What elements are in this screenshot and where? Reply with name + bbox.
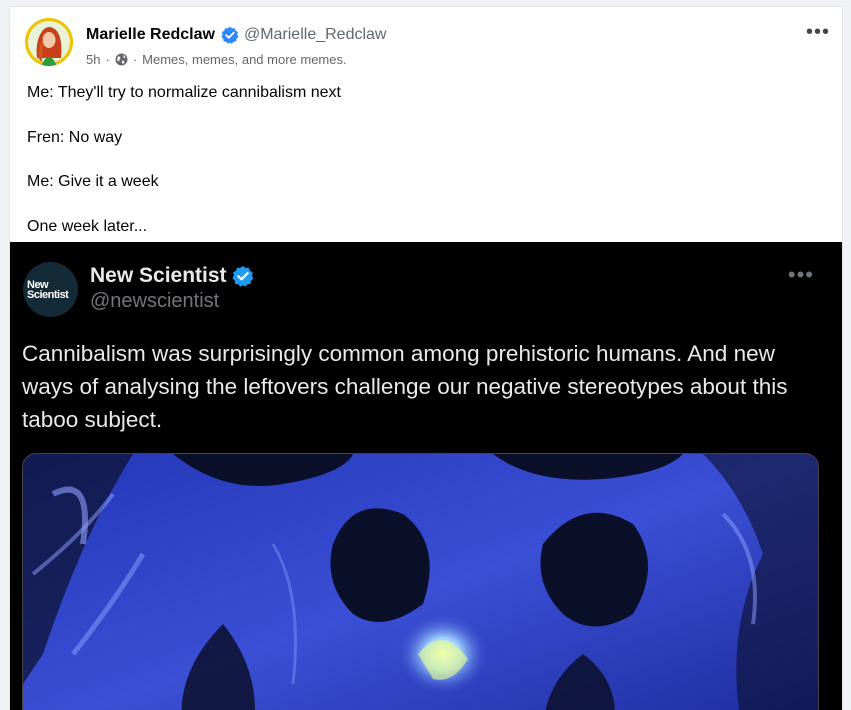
tweet-text: Cannibalism was surprisingly common amon… [22, 341, 788, 432]
post-line: Fren: No way [27, 128, 123, 146]
verified-badge-icon [221, 26, 239, 44]
more-options-icon[interactable]: ••• [806, 22, 829, 43]
tweet-author-name: New Scientist [90, 264, 227, 287]
meta-separator: · [105, 51, 110, 67]
post-text: Me: They'll try to normalize cannibalism… [27, 83, 341, 261]
logo-line: New [27, 278, 49, 291]
avatar-image [25, 18, 73, 66]
tweet-author-handle: @newscientist [90, 290, 220, 312]
post-line: Me: Give it a week [27, 173, 159, 190]
logo-line: Scientist [27, 288, 69, 301]
tweet-verified-icon [232, 265, 254, 287]
skull-artwork-svg [23, 454, 818, 710]
post-card: Marielle Redclaw @Marielle_Redclaw 5h · … [9, 6, 843, 710]
group-name[interactable]: Memes, memes, and more memes. [142, 52, 346, 67]
post-line: Me: They'll try to normalize cannibalism… [27, 84, 341, 101]
author-name[interactable]: Marielle Redclaw [86, 26, 215, 44]
author-line: Marielle Redclaw @Marielle_Redclaw [86, 24, 386, 46]
author-avatar[interactable] [25, 18, 73, 66]
globe-icon [115, 53, 128, 66]
embedded-tweet-image[interactable]: New Scientist New Scientist @newscientis… [10, 242, 842, 710]
post-meta: 5h · · Memes, memes, and more memes. [86, 50, 347, 68]
tweet-more-icon: ••• [787, 262, 814, 287]
tweet-author-line: New Scientist [90, 264, 254, 288]
skull-artwork-image [22, 453, 819, 710]
post-time[interactable]: 5h [86, 52, 100, 67]
new-scientist-logo: New Scientist [23, 262, 78, 317]
meta-separator-2: · [132, 51, 138, 67]
author-handle[interactable]: @Marielle_Redclaw [244, 26, 387, 44]
